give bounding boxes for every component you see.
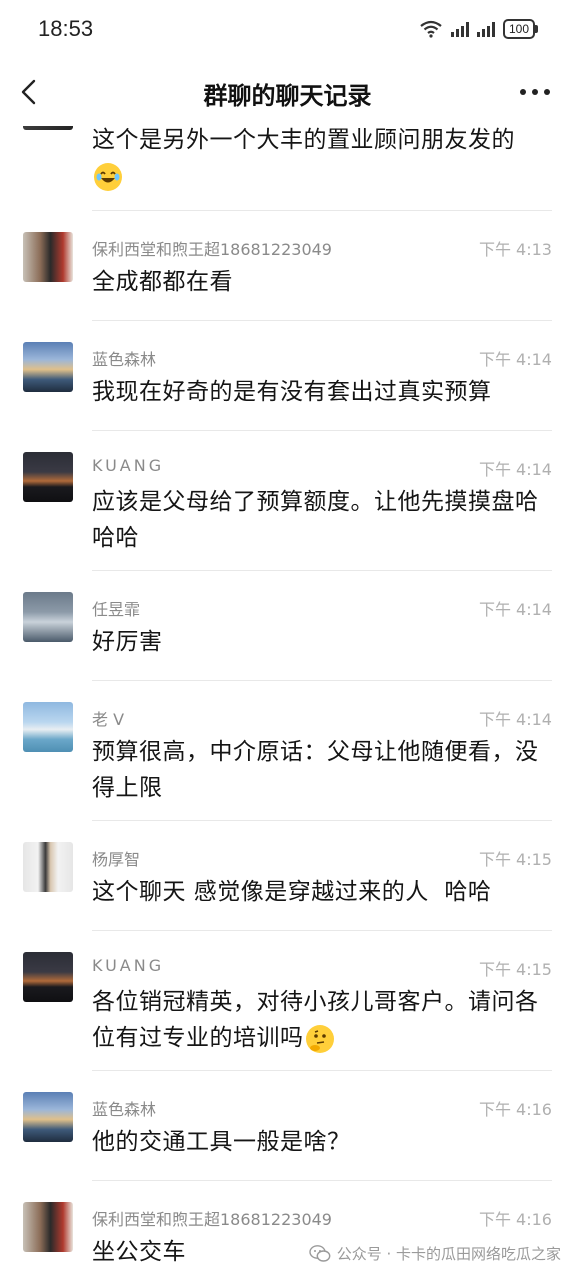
sender-name[interactable]: 蓝色森林 [92, 346, 156, 370]
status-icons: 100 [419, 18, 539, 40]
chat-message-list[interactable]: 这个是另外一个大丰的置业顾问朋友发的 保利西堂和煦王超18681223049 下… [0, 110, 575, 1280]
chat-message: 蓝色森林 下午 4:14 我现在好奇的是有没有套出过真实预算 [0, 340, 575, 431]
page-title: 群聊的聊天记录 [203, 82, 372, 110]
more-icon [520, 89, 550, 95]
avatar[interactable] [23, 1092, 73, 1142]
divider [92, 430, 552, 431]
laughing-emoji-icon [94, 162, 122, 191]
divider [92, 1070, 552, 1071]
sender-name[interactable]: KUANG [92, 456, 164, 475]
chat-message: KUANG 下午 4:15 各位销冠精英，对待小孩儿哥客户。请问各位有过专业的培… [0, 950, 575, 1071]
divider [92, 930, 552, 931]
avatar[interactable] [23, 702, 73, 752]
message-time: 下午 4:14 [478, 350, 552, 369]
divider [92, 1180, 552, 1181]
wechat-logo-icon [308, 1244, 331, 1262]
divider [92, 210, 552, 211]
avatar[interactable] [23, 592, 73, 642]
avatar[interactable] [23, 452, 73, 502]
message-text: 我现在好奇的是有没有套出过真实预算 [92, 379, 492, 405]
sender-name[interactable]: 保利西堂和煦王超18681223049 [92, 1206, 332, 1230]
message-time: 下午 4:16 [478, 1210, 552, 1229]
sender-name[interactable]: 杨厚智 [92, 846, 140, 870]
avatar[interactable] [23, 342, 73, 392]
message-time: 下午 4:14 [478, 710, 552, 729]
thinking-emoji-icon [305, 1024, 334, 1053]
divider [92, 680, 552, 681]
chat-message: 杨厚智 下午 4:15 这个聊天 感觉像是穿越过来的人 哈哈 [0, 840, 575, 931]
message-text-content: 这个是另外一个大丰的置业顾问朋友发的 [92, 127, 515, 153]
signal-icon [450, 21, 469, 37]
message-time: 下午 4:15 [478, 850, 552, 869]
status-bar: 18:53 100 [0, 0, 575, 60]
avatar[interactable] [23, 232, 73, 282]
message-text: 好厉害 [92, 629, 163, 655]
message-time: 下午 4:14 [478, 600, 552, 619]
message-time: 下午 4:13 [478, 240, 552, 259]
watermark-text: 公众号 · 卡卡的瓜田网络吃瓜之家 [336, 1245, 561, 1263]
chat-message: 任昱霏 下午 4:14 好厉害 [0, 590, 575, 681]
navigation-bar: 群聊的聊天记录 [0, 60, 575, 126]
message-text: 应该是父母给了预算额度。让他先摸摸盘哈哈哈 [92, 489, 539, 551]
avatar[interactable] [23, 842, 73, 892]
message-text: 预算很高，中介原话：父母让他随便看，没得上限 [92, 739, 539, 801]
chat-message: 老 V 下午 4:14 预算很高，中介原话：父母让他随便看，没得上限 [0, 700, 575, 821]
chat-message: 蓝色森林 下午 4:16 他的交通工具一般是啥？ [0, 1090, 575, 1181]
chat-message: 保利西堂和煦王超18681223049 下午 4:16 坐公交车 [0, 1200, 575, 1280]
sender-name[interactable]: 老 V [92, 706, 124, 730]
chat-message: KUANG 下午 4:14 应该是父母给了预算额度。让他先摸摸盘哈哈哈 [0, 450, 575, 571]
chat-message: 保利西堂和煦王超18681223049 下午 4:13 全成都都在看 [0, 230, 575, 321]
message-text: 这个聊天 感觉像是穿越过来的人 哈哈 [92, 879, 492, 905]
sender-name[interactable]: 任昱霏 [92, 596, 140, 620]
message-time: 下午 4:15 [478, 960, 552, 979]
sender-name[interactable]: 蓝色森林 [92, 1096, 156, 1120]
message-text: 各位销冠精英，对待小孩儿哥客户。请问各位有过专业的培训吗 [92, 984, 542, 1056]
battery-icon: 100 [502, 19, 539, 39]
message-time: 下午 4:14 [478, 460, 552, 479]
sender-name[interactable]: KUANG [92, 956, 164, 975]
avatar[interactable] [23, 1202, 73, 1252]
divider [92, 570, 552, 571]
watermark: 公众号 · 卡卡的瓜田网络吃瓜之家 [308, 1243, 561, 1264]
message-text: 全成都都在看 [92, 269, 233, 295]
message-text: 他的交通工具一般是啥？ [92, 1129, 351, 1155]
divider [92, 820, 552, 821]
avatar[interactable] [23, 952, 73, 1002]
more-button[interactable] [517, 84, 553, 100]
wifi-icon [420, 20, 442, 38]
signal-icon-2 [476, 21, 495, 37]
divider [92, 320, 552, 321]
status-time: 18:53 [38, 16, 94, 41]
message-text: 这个是另外一个大丰的置业顾问朋友发的 [92, 122, 552, 158]
sender-name[interactable]: 保利西堂和煦王超18681223049 [92, 236, 332, 260]
message-time: 下午 4:16 [478, 1100, 552, 1119]
